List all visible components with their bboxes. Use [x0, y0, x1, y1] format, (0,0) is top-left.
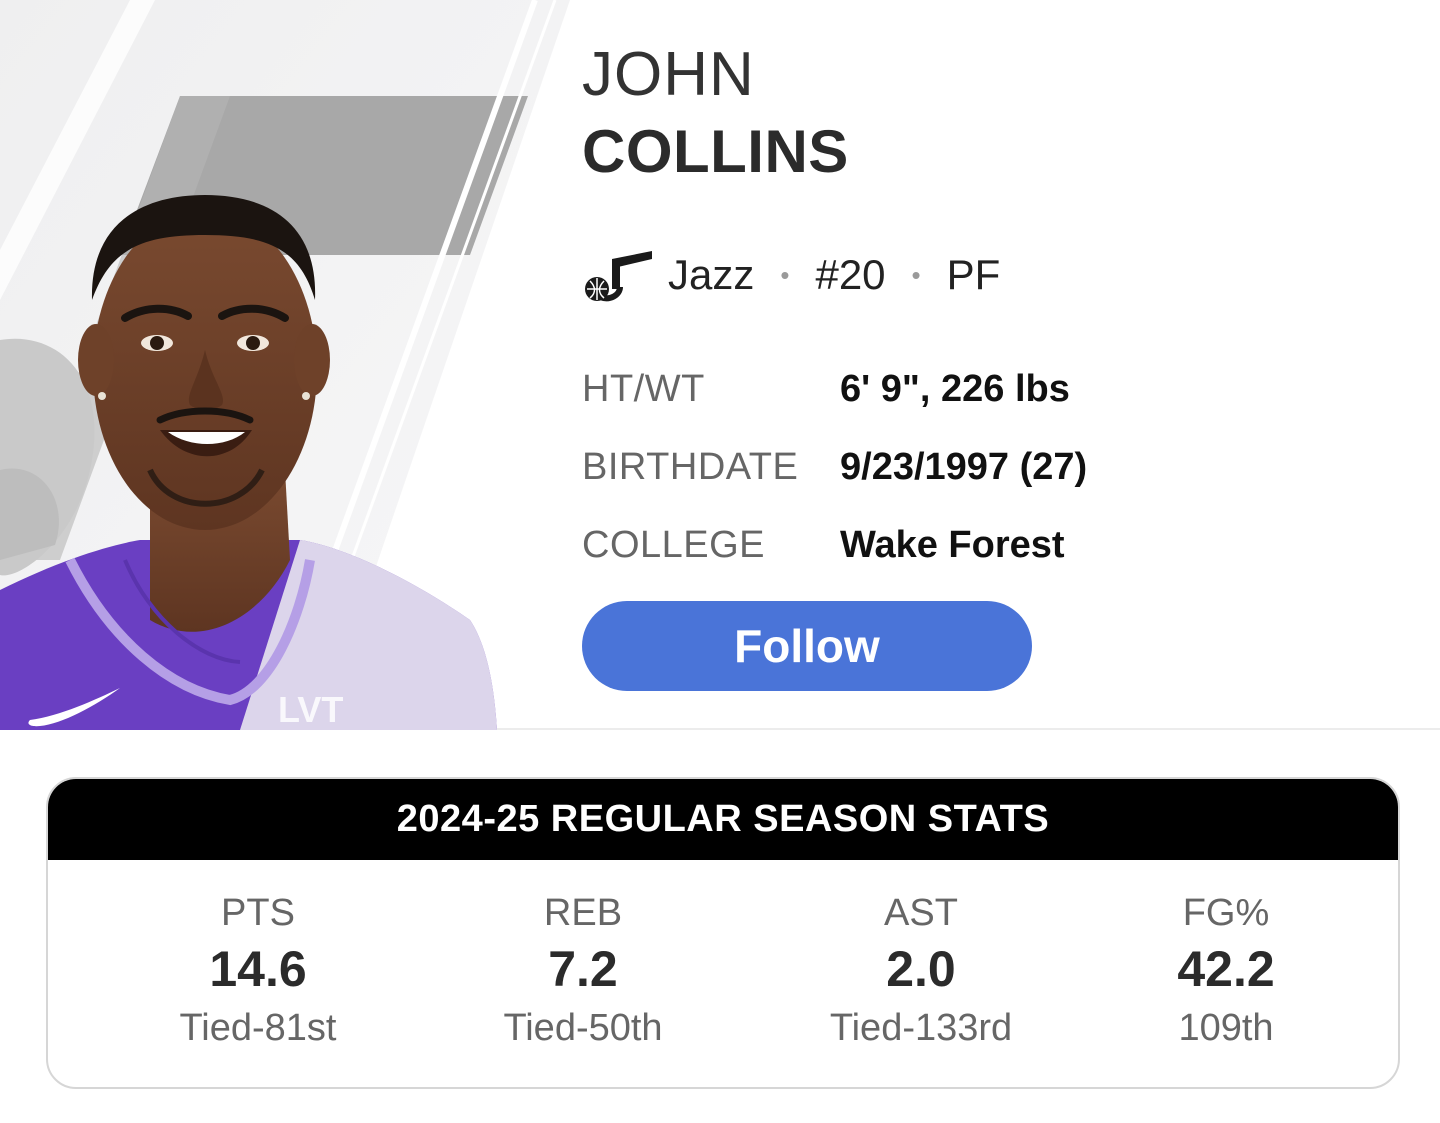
stat-value: 7.2 [548, 941, 618, 997]
stats-row: PTS 14.6 Tied-81st REB 7.2 Tied-50th AST… [48, 860, 1398, 1087]
team-name[interactable]: Jazz [668, 251, 754, 299]
bio-row-college: COLLEGE Wake Forest [582, 506, 1382, 584]
bio-value: 6' 9", 226 lbs [840, 367, 1070, 410]
stat-rank: Tied-50th [503, 1007, 663, 1049]
bio-value[interactable]: Wake Forest [840, 524, 1065, 567]
stat-rank: Tied-81st [179, 1007, 337, 1049]
team-line: Jazz • #20 • PF [582, 245, 1000, 305]
jazz-note-logo-icon[interactable] [582, 247, 654, 303]
player-info: JOHN COLLINS Jazz • #20 • PF HT/WT 6' 9"… [582, 40, 1402, 691]
jersey-number: #20 [815, 251, 886, 298]
stat-value: 2.0 [886, 941, 956, 997]
stats-card-title: 2024-25 REGULAR SEASON STATS [48, 779, 1398, 860]
stat-rank: Tied-133rd [829, 1007, 1013, 1049]
player-bio: HT/WT 6' 9", 226 lbs BIRTHDATE 9/23/1997… [582, 350, 1382, 584]
stat-rank: 109th [1178, 1007, 1274, 1049]
bio-row-ht-wt: HT/WT 6' 9", 226 lbs [582, 350, 1382, 428]
stat-reb[interactable]: REB 7.2 Tied-50th [413, 888, 753, 1056]
follow-button[interactable]: Follow [582, 601, 1032, 691]
jersey-sponsor-text: LVT [278, 689, 343, 730]
stat-ast[interactable]: AST 2.0 Tied-133rd [751, 888, 1091, 1056]
team-background-art: LVT [0, 0, 570, 730]
separator-dot: • [780, 259, 790, 290]
stat-value: 14.6 [209, 941, 307, 997]
separator-dot: • [911, 259, 921, 290]
stat-label: AST [884, 892, 958, 934]
player-first-name: JOHN [582, 40, 755, 109]
stat-fg-pct[interactable]: FG% 42.2 109th [1056, 888, 1396, 1056]
bio-label: HT/WT [582, 367, 705, 410]
stat-label: PTS [221, 892, 295, 934]
player-last-name: COLLINS [582, 118, 849, 185]
stat-label: REB [543, 892, 623, 934]
player-headshot-area: LVT [0, 0, 580, 730]
player-position: PF [946, 251, 1001, 298]
stat-pts[interactable]: PTS 14.6 Tied-81st [88, 888, 428, 1056]
bio-value: 9/23/1997 (27) [840, 445, 1088, 488]
stat-value: 42.2 [1177, 941, 1275, 997]
bio-label: BIRTHDATE [582, 445, 799, 488]
bio-label: COLLEGE [582, 523, 766, 566]
player-header: LVT JOHN COLLINS Jazz • #20 • PF HT/WT 6… [0, 0, 1440, 730]
stat-label: FG% [1182, 892, 1270, 934]
bio-row-birthdate: BIRTHDATE 9/23/1997 (27) [582, 428, 1382, 506]
season-stats-card: 2024-25 REGULAR SEASON STATS PTS 14.6 Ti… [46, 777, 1400, 1089]
